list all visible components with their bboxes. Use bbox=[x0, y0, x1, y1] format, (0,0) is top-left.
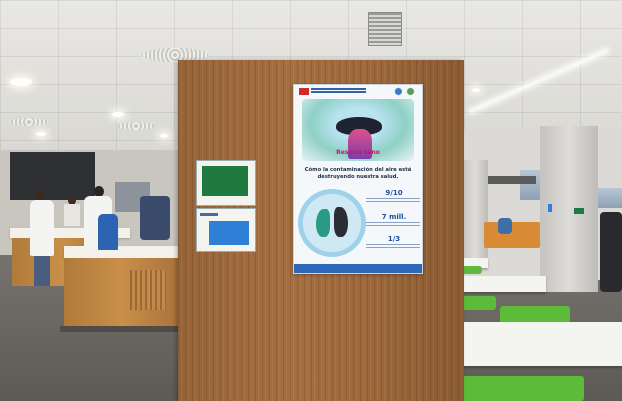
counter-grill bbox=[130, 270, 166, 310]
dining-table bbox=[452, 276, 546, 292]
air-pollution-poster: Respira sano Cómo la contaminación del a… bbox=[293, 84, 423, 274]
poster-header bbox=[294, 85, 422, 99]
standing-person bbox=[600, 212, 622, 292]
ceiling-vent bbox=[368, 12, 402, 46]
poster-stat-text bbox=[366, 222, 420, 228]
serving-counter-top bbox=[64, 246, 184, 258]
green-notice bbox=[196, 160, 256, 206]
wall-sign bbox=[548, 204, 552, 212]
exit-sign bbox=[574, 208, 584, 214]
poster-stat: 9/10 bbox=[385, 189, 403, 197]
poster-footer bbox=[294, 264, 422, 273]
polluted-lung-icon bbox=[334, 207, 348, 237]
poster-stat-text bbox=[366, 244, 420, 250]
ceiling-light bbox=[472, 88, 480, 92]
ceiling-diffuser bbox=[10, 118, 48, 126]
ceiling-light bbox=[112, 112, 124, 117]
badge-icon bbox=[394, 87, 416, 96]
madrid-logo-icon bbox=[299, 88, 309, 95]
dark-wall-section bbox=[10, 152, 95, 200]
person-blue-shirt bbox=[98, 214, 118, 250]
dining-table bbox=[452, 322, 622, 366]
poster-stat-text bbox=[366, 198, 420, 204]
window bbox=[598, 188, 622, 208]
cafeteria-photo: Respira sano Cómo la contaminación del a… bbox=[0, 0, 622, 401]
person-legs bbox=[34, 256, 50, 286]
seated-person bbox=[498, 218, 512, 234]
healthy-lung-icon bbox=[316, 209, 330, 237]
person-background bbox=[64, 204, 80, 226]
poster-stat: 1/3 bbox=[387, 235, 401, 243]
ceiling-light bbox=[36, 132, 46, 136]
poster-subtitle: Cómo la contaminación del aire está dest… bbox=[304, 167, 412, 180]
green-chair bbox=[454, 376, 584, 401]
poster-stat: 7 mill. bbox=[381, 213, 407, 221]
blue-notice bbox=[196, 208, 256, 252]
ceiling-diffuser bbox=[118, 122, 154, 130]
ceiling-light bbox=[10, 78, 32, 86]
orange-seating bbox=[484, 222, 540, 248]
person-white-coat bbox=[30, 200, 54, 256]
poster-title: Respira sano bbox=[336, 149, 380, 156]
ceiling-light bbox=[160, 134, 168, 138]
person-dark-jacket bbox=[140, 196, 170, 240]
poster-header-text bbox=[311, 88, 366, 90]
lungs-illustration bbox=[298, 189, 366, 257]
overhead-sign bbox=[486, 176, 536, 184]
counter-shadow bbox=[60, 326, 180, 332]
